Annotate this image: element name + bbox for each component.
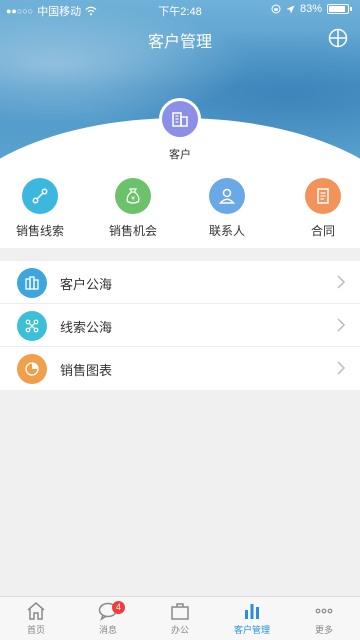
bar-chart-icon bbox=[245, 604, 259, 619]
globe-icon[interactable] bbox=[328, 28, 348, 48]
list-item-label: 线索公海 bbox=[60, 320, 113, 335]
shortcut-label: 销售线索 bbox=[15, 224, 64, 238]
shortcut-label: 联系人 bbox=[208, 224, 245, 238]
shortcut-sales-opportunity[interactable]: ¥ 销售机会 bbox=[93, 178, 173, 239]
battery-percent: 83% bbox=[299, 3, 322, 15]
tab-label: 首页 bbox=[26, 625, 45, 635]
svg-text:¥: ¥ bbox=[131, 196, 135, 203]
tab-label: 更多 bbox=[314, 625, 333, 635]
tab-office[interactable]: 办公 bbox=[144, 601, 216, 636]
tab-messages[interactable]: 4 消息 bbox=[72, 601, 144, 636]
briefcase-icon bbox=[171, 603, 189, 620]
battery-cap bbox=[350, 7, 352, 11]
tab-label: 消息 bbox=[98, 625, 117, 635]
customer-avatar[interactable] bbox=[159, 98, 201, 140]
link-icon bbox=[22, 178, 58, 214]
shortcut-contract[interactable]: 合同 bbox=[283, 178, 360, 239]
location-arrow-icon bbox=[286, 5, 295, 13]
chevron-right-icon bbox=[337, 361, 346, 375]
tab-more[interactable]: 更多 bbox=[288, 601, 360, 636]
list-item-sales-chart[interactable]: 销售图表 bbox=[0, 347, 360, 390]
chevron-right-icon bbox=[337, 275, 346, 289]
money-bag-icon: ¥ bbox=[115, 178, 151, 214]
list-item-lead-pool[interactable]: 线索公海 bbox=[0, 304, 360, 347]
more-icon bbox=[315, 608, 333, 614]
tab-home[interactable]: 首页 bbox=[0, 601, 72, 636]
list-item-customer-pool[interactable]: 客户公海 bbox=[0, 261, 360, 304]
status-bar: ●●○○○ 中国移动 下午2:48 83% bbox=[0, 0, 360, 18]
document-icon bbox=[305, 178, 341, 214]
building-icon bbox=[172, 112, 188, 127]
tab-label: 办公 bbox=[170, 625, 189, 635]
unread-badge: 4 bbox=[112, 601, 125, 614]
network-icon bbox=[17, 311, 47, 341]
pie-chart-icon bbox=[17, 354, 47, 384]
shortcut-grid: 销售线索 ¥ 销售机会 联系人 合同 bbox=[0, 160, 360, 248]
chevron-right-icon bbox=[337, 318, 346, 332]
list-item-label: 客户公海 bbox=[60, 277, 113, 292]
person-icon bbox=[209, 178, 245, 214]
battery-icon bbox=[327, 4, 349, 14]
shortcut-label: 合同 bbox=[310, 224, 335, 238]
shortcut-contacts[interactable]: 联系人 bbox=[187, 178, 267, 239]
tab-bar: 首页 4 消息 办公 客户管理 更多 bbox=[0, 596, 360, 640]
buildings-icon bbox=[17, 268, 47, 298]
shortcut-label: 销售机会 bbox=[108, 224, 157, 238]
tab-label: 客户管理 bbox=[233, 625, 270, 635]
feature-list: 客户公海 线索公海 销售图表 bbox=[0, 261, 360, 390]
home-icon bbox=[27, 602, 45, 620]
lock-rotation-icon bbox=[271, 4, 281, 14]
shortcut-sales-leads[interactable]: 销售线索 bbox=[0, 178, 80, 239]
status-right: 83% bbox=[271, 3, 352, 15]
list-item-label: 销售图表 bbox=[60, 363, 113, 378]
tab-customer-management[interactable]: 客户管理 bbox=[216, 601, 288, 636]
page-title: 客户管理 bbox=[147, 34, 212, 51]
